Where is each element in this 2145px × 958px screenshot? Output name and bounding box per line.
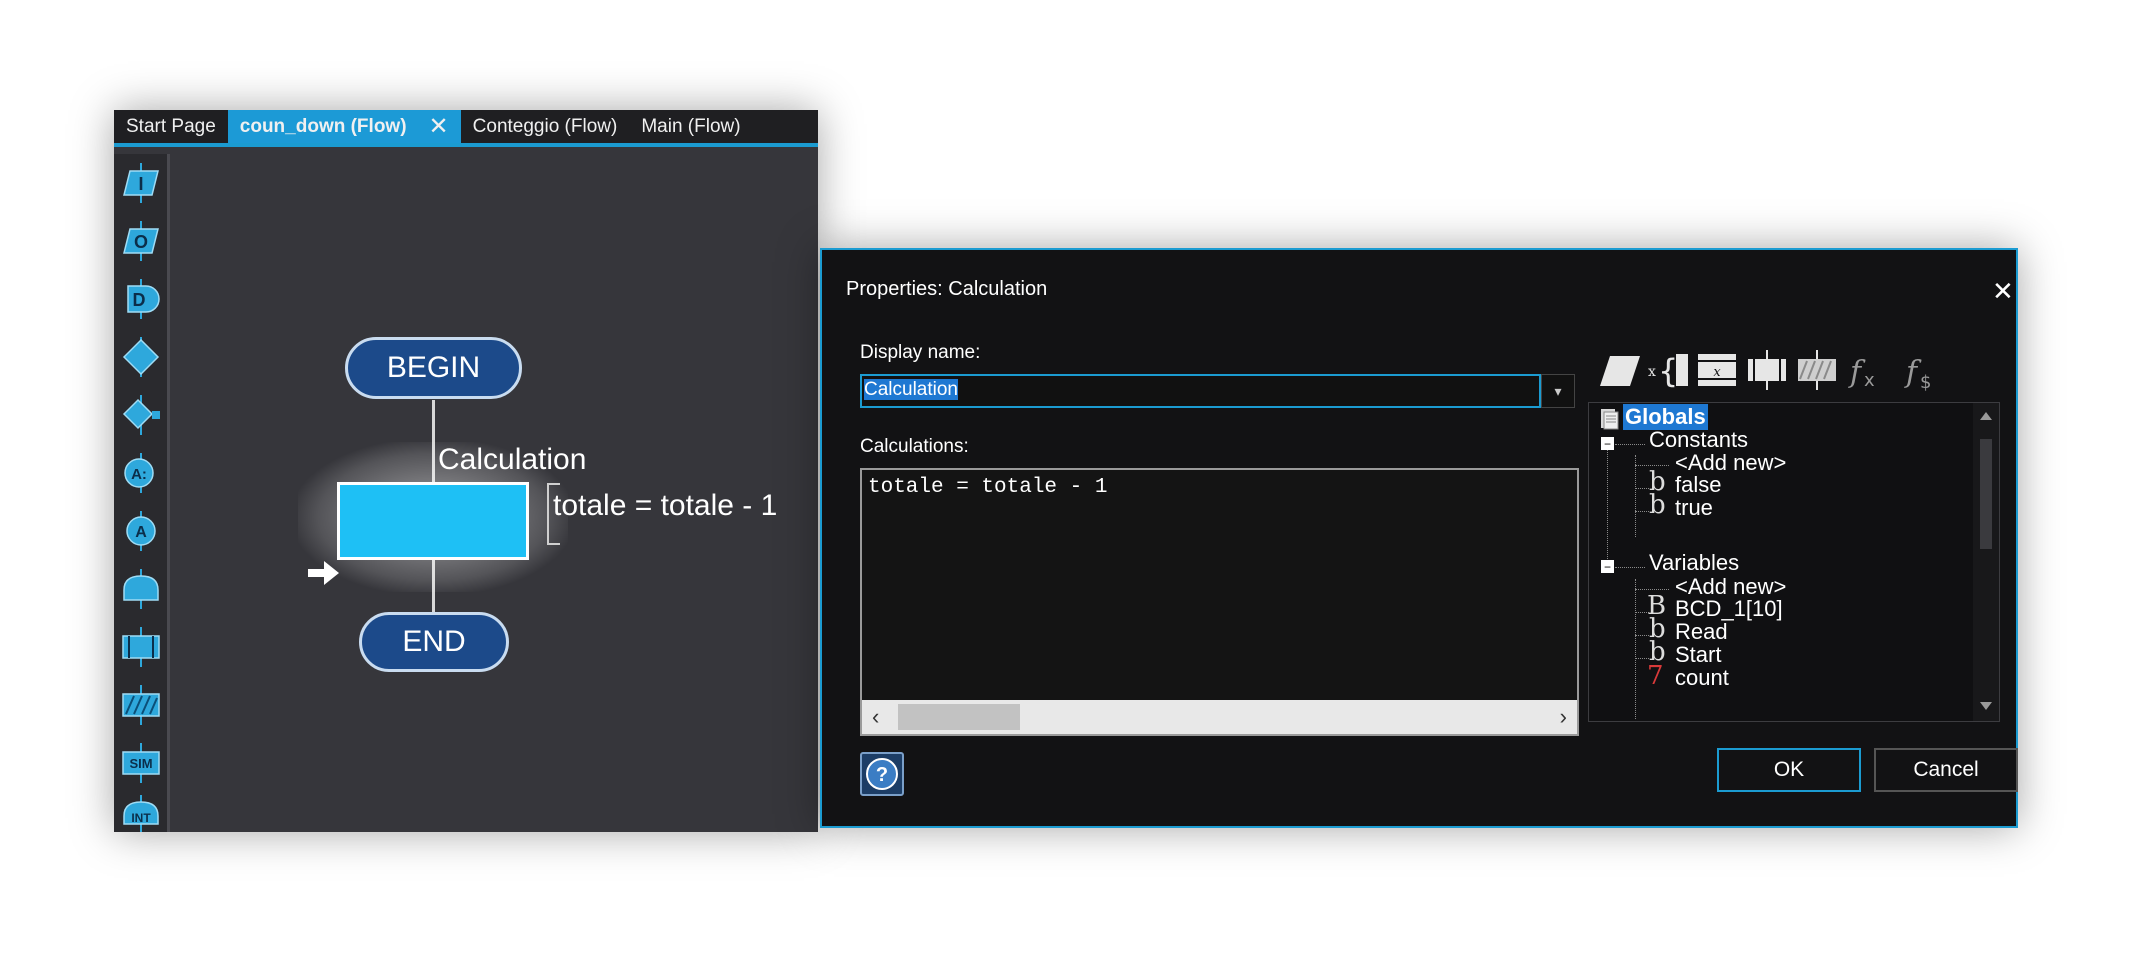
collapse-icon[interactable]: −: [1601, 560, 1614, 573]
scroll-left-icon[interactable]: ‹: [872, 704, 879, 730]
delay-icon-letter: D: [133, 290, 146, 310]
display-name-value: Calculation: [864, 379, 958, 400]
connection-point-icon-label: A:: [131, 466, 147, 483]
variable-tree[interactable]: Globals − Constants <Add new> b false b …: [1588, 402, 2000, 722]
calculation-title-label: Calculation: [438, 443, 587, 476]
expression-icon[interactable]: x: [1694, 348, 1740, 392]
tab-label: Main (Flow): [641, 115, 741, 137]
function-icon[interactable]: f x: [1844, 348, 1890, 392]
display-name-label: Display name:: [860, 342, 981, 363]
calculations-editor[interactable]: totale = totale - 1 ‹ ›: [860, 468, 1579, 736]
end-terminator[interactable]: END: [359, 612, 509, 672]
calculations-text: totale = totale - 1: [868, 476, 1108, 499]
svg-text:x: x: [1713, 365, 1721, 380]
delay-icon[interactable]: D: [120, 278, 162, 320]
chevron-down-icon[interactable]: ▾: [1541, 374, 1575, 408]
arrow-right-icon: [308, 561, 339, 585]
calculations-label: Calculations:: [860, 436, 969, 457]
calculation-block-icon[interactable]: [1794, 348, 1840, 392]
tree-connector: [1607, 443, 1608, 561]
collapse-icon[interactable]: −: [1601, 437, 1614, 450]
output-icon[interactable]: O: [120, 220, 162, 262]
tab-start-page[interactable]: Start Page: [114, 110, 228, 143]
output-icon-letter: O: [134, 232, 148, 252]
input-parallelogram-icon[interactable]: [1596, 348, 1642, 392]
svg-text:$: $: [1920, 372, 1931, 392]
begin-terminator[interactable]: BEGIN: [345, 337, 522, 399]
scroll-right-icon[interactable]: ›: [1560, 704, 1567, 730]
tab-conteggio-flow[interactable]: Conteggio (Flow): [461, 110, 630, 143]
svg-text:x: x: [1864, 370, 1875, 391]
display-name-field[interactable]: Calculation: [860, 374, 1541, 408]
tree-item-count[interactable]: count: [1675, 665, 1729, 691]
calculation-block[interactable]: [337, 482, 529, 560]
scroll-down-icon[interactable]: [1979, 701, 1993, 711]
switch-icon[interactable]: [120, 394, 162, 436]
simulation-icon-label: SIM: [129, 756, 152, 771]
simulation-icon[interactable]: SIM: [120, 742, 162, 784]
scroll-thumb[interactable]: [1980, 439, 1992, 549]
tree-connector: [1615, 444, 1645, 445]
vertical-scrollbar[interactable]: [1973, 403, 1999, 721]
calculation-icon[interactable]: [120, 684, 162, 726]
input-icon[interactable]: I: [120, 162, 162, 204]
tree-connector: [1635, 579, 1636, 719]
icon-toolbox: I O D A: A SIM INT: [114, 154, 170, 832]
svg-text:{: {: [1658, 352, 1678, 390]
tree-item-true[interactable]: true: [1675, 495, 1713, 521]
tree-connector: [1635, 455, 1636, 537]
tab-coun-down-flow[interactable]: coun_down (Flow) ✕: [227, 110, 461, 143]
tab-label: Conteggio (Flow): [472, 115, 618, 137]
input-icon-letter: I: [138, 174, 143, 194]
tree-connector: [1635, 635, 1649, 636]
dialog-title: Properties: Calculation: [846, 278, 1048, 300]
globals-document-icon: [1601, 409, 1619, 430]
svg-text:?: ?: [876, 764, 888, 786]
tree-item-variables[interactable]: Variables: [1649, 550, 1739, 576]
bool-type-icon: b: [1649, 490, 1666, 520]
connector-icon[interactable]: A: [120, 510, 162, 552]
tab-label: coun_down (Flow): [239, 115, 407, 137]
scroll-thumb[interactable]: [898, 704, 1020, 730]
connector-icon-label: A: [135, 524, 147, 541]
horizontal-scrollbar[interactable]: ‹ ›: [862, 700, 1577, 734]
macro-block-icon[interactable]: [1744, 348, 1790, 392]
help-button[interactable]: ?: [860, 752, 904, 796]
variable-toolbar: x { x f x f $: [1588, 338, 2000, 402]
scroll-up-icon[interactable]: [1979, 411, 1993, 421]
tree-connector: [1635, 465, 1669, 466]
end-label: END: [402, 625, 466, 658]
close-icon[interactable]: ✕: [1992, 276, 2014, 307]
interrupt-icon-label: INT: [131, 811, 151, 825]
properties-dialog: Properties: Calculation ✕ Display name: …: [820, 248, 2018, 828]
interrupt-icon[interactable]: INT: [120, 794, 162, 832]
svg-text:x: x: [1648, 364, 1656, 380]
connection-point-icon[interactable]: A:: [120, 452, 162, 494]
calculation-comment-label: totale = totale - 1: [553, 489, 778, 522]
tree-connector: [1635, 658, 1649, 659]
variable-brace-icon[interactable]: x {: [1646, 348, 1692, 392]
tree-connector: [1635, 589, 1669, 590]
macro-icon[interactable]: [120, 626, 162, 668]
ok-button[interactable]: OK: [1717, 748, 1861, 792]
tab-label: Start Page: [126, 115, 216, 137]
tree-connector: [1615, 567, 1645, 568]
component-macro-icon[interactable]: [120, 568, 162, 610]
int-type-icon: 7: [1647, 661, 1664, 691]
string-function-icon[interactable]: f $: [1900, 348, 1946, 392]
cancel-button[interactable]: Cancel: [1874, 748, 2018, 792]
decision-icon[interactable]: [120, 336, 162, 378]
tree-connector: [1635, 488, 1649, 489]
help-icon: ?: [866, 758, 898, 790]
close-tab-icon[interactable]: ✕: [429, 112, 449, 141]
begin-label: BEGIN: [386, 351, 481, 384]
tab-main-flow[interactable]: Main (Flow): [629, 110, 752, 143]
tree-connector: [1635, 511, 1649, 512]
document-tab-bar: Start Page coun_down (Flow) ✕ Conteggio …: [114, 110, 818, 147]
